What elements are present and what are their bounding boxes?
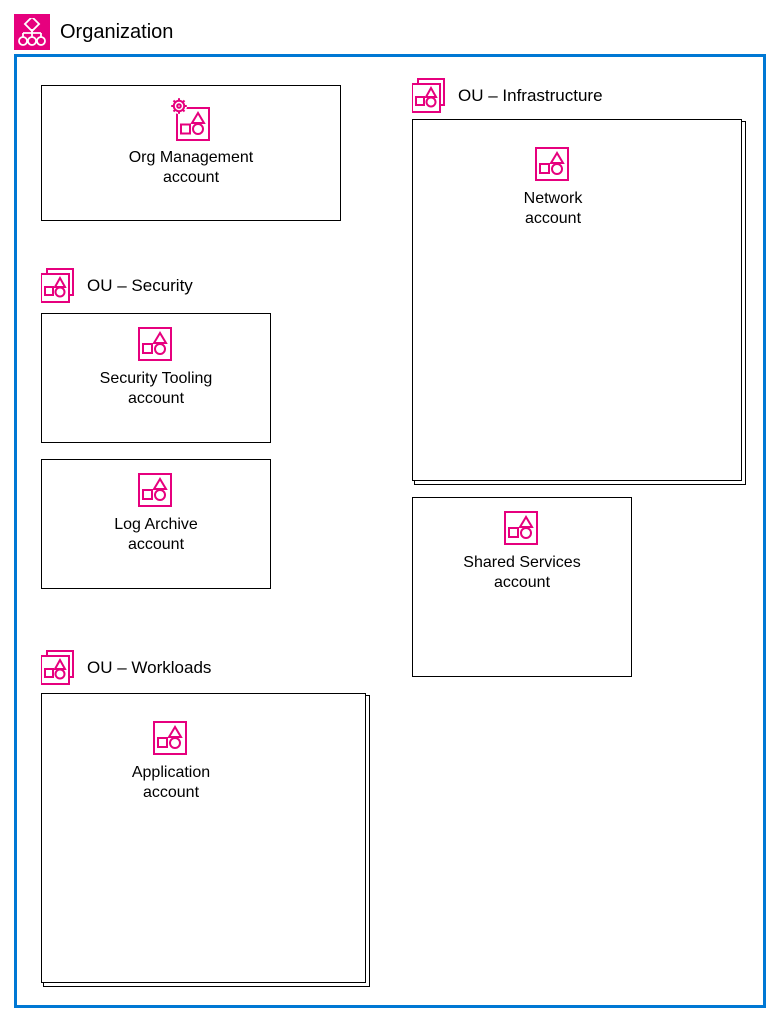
account-icon [152,720,190,758]
account-label: Network account [473,189,633,229]
application-account: Application account [86,708,256,828]
ou-icon [41,267,79,305]
ou-label: OU – Workloads [87,658,211,678]
ou-infrastructure-header: OU – Infrastructure [412,77,603,115]
ou-icon [41,649,79,687]
log-archive-account: Log Archive account [41,459,271,589]
ou-icon [412,77,450,115]
account-icon [137,326,175,364]
account-icon [137,472,175,510]
account-icon [503,510,541,548]
ou-workloads-header: OU – Workloads [41,649,211,687]
security-tooling-account: Security Tooling account [41,313,271,443]
account-icon [534,146,572,184]
org-management-account: Org Management account [41,85,341,221]
ou-workloads-box: Application account [41,693,366,983]
account-label: Org Management account [42,148,340,188]
org-header: Organization [14,14,173,50]
account-label: Security Tooling account [42,369,270,409]
account-label: Shared Services account [413,553,631,593]
ou-infrastructure-box: Network account [412,119,742,481]
shared-services-account: Shared Services account [412,497,632,677]
account-label: Application account [86,763,256,803]
org-title: Organization [60,21,173,44]
organization-icon [14,14,50,50]
ou-label: OU – Security [87,276,193,296]
ou-security-header: OU – Security [41,267,193,305]
account-label: Log Archive account [42,515,270,555]
network-account: Network account [473,134,633,254]
organization-container: Org Management account OU – Infrastructu… [14,54,766,1008]
management-account-icon [169,98,213,142]
ou-label: OU – Infrastructure [458,86,603,106]
